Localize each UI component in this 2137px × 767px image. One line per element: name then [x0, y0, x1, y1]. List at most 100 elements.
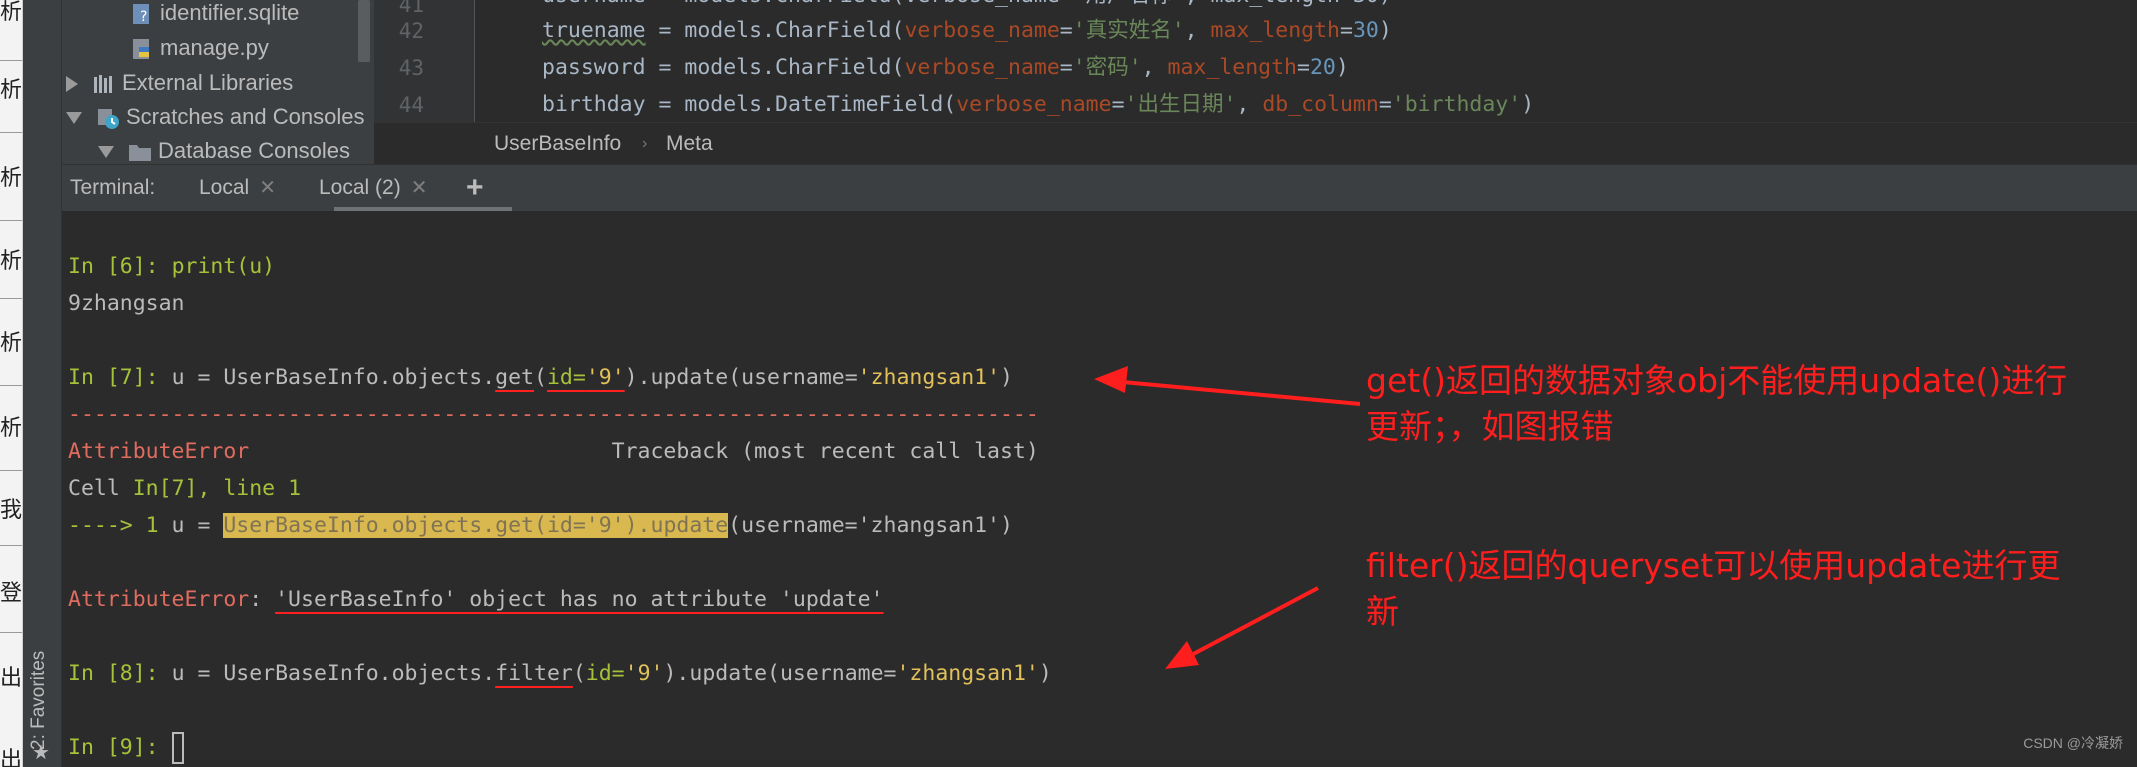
code: )	[1038, 661, 1052, 686]
code: ).update(username=	[624, 365, 858, 390]
terminal-line: In [7]: u = UserBaseInfo.objects.get(id=…	[68, 359, 1013, 396]
code-token: password	[542, 55, 646, 80]
annotation-note-filter: filter()返回的queryset可以使用update进行更 新	[1366, 543, 2060, 635]
tree-item-label: External Libraries	[122, 70, 294, 95]
code: 'zhangsan1'	[857, 365, 1001, 390]
chevron-down-icon[interactable]	[98, 146, 114, 159]
terminal-line: In [8]: u = UserBaseInfo.objects.filter(…	[68, 655, 1052, 692]
background-text-fragment: 析	[0, 249, 22, 273]
annotation-line: 新	[1366, 592, 1399, 631]
favorites-tool-button[interactable]: 2: Favorites	[28, 650, 52, 750]
divider	[0, 470, 22, 471]
code: AttributeError	[68, 439, 250, 464]
code: u = UserBaseInfo.objects.	[171, 661, 496, 686]
terminal-tab-bar: Terminal: Local ✕ Local (2) ✕ +	[62, 164, 2137, 212]
code-token: )	[1335, 55, 1349, 80]
divider	[0, 385, 22, 386]
divider	[0, 298, 22, 299]
error-message: 'UserBaseInfo' object has no attribute '…	[275, 587, 884, 612]
tree-item-label: Scratches and Consoles	[126, 104, 365, 129]
breadcrumb-item-meta[interactable]: Meta	[666, 123, 713, 165]
background-text-fragment: 出	[0, 666, 22, 690]
tree-item-label: manage.py	[160, 35, 269, 60]
terminal-line: ----------------------------------------…	[68, 402, 1039, 427]
breadcrumb-item-userbaseinfo[interactable]: UserBaseInfo	[494, 123, 621, 165]
tree-item-manage-py[interactable]: manage.py	[130, 31, 269, 65]
code-token: ,	[1236, 92, 1263, 117]
terminal-line: AttributeError: 'UserBaseInfo' object ha…	[68, 581, 883, 618]
background-text-fragment: 析	[0, 166, 22, 190]
project-tree-panel: ? identifier.sqlite manage.py External L…	[62, 0, 374, 168]
code-token: verbose_name	[904, 18, 1060, 43]
code-token: = models.CharField(	[645, 18, 905, 43]
tab-label: Local (2)	[319, 176, 401, 199]
terminal-line: 9zhangsan	[68, 291, 185, 316]
prompt: In [7]:	[68, 365, 172, 390]
code: ).update(username=	[663, 661, 897, 686]
code: )	[1000, 365, 1013, 390]
code-token: = models.CharField(	[645, 55, 905, 80]
terminal-line: In [9]:	[68, 729, 184, 766]
code: 'zhangsan1'	[896, 661, 1039, 686]
line-number: 43	[398, 56, 424, 80]
code: In[7], line 1	[132, 476, 302, 501]
terminal-line: ----> 1 u = UserBaseInfo.objects.get(id=…	[68, 507, 1013, 544]
code: Cell	[68, 476, 133, 501]
code: id=	[585, 661, 625, 686]
code: print(u)	[171, 254, 276, 279]
close-icon[interactable]: ✕	[259, 177, 276, 199]
code-token: )	[1521, 92, 1535, 117]
tree-item-label: Database Consoles	[158, 138, 351, 163]
project-tree-scrollbar[interactable]	[358, 0, 370, 62]
terminal-output[interactable]: In [6]: print(u) 9zhangsan In [7]: u = U…	[62, 211, 2137, 767]
tree-item-identifier-sqlite[interactable]: ? identifier.sqlite	[130, 0, 299, 30]
background-text-fragment: 登	[0, 581, 22, 605]
star-icon: ★	[32, 742, 50, 764]
highlighted-code: UserBaseInfo.objects.get(id='9').update	[223, 513, 729, 538]
chevron-down-icon[interactable]	[66, 112, 82, 125]
background-text-fragment: 我	[0, 498, 22, 522]
background-window-strip: 析 析 析 析 析 析 我 登 出 出	[0, 0, 23, 767]
terminal-line: Cell In[7], line 1	[68, 470, 301, 507]
code-token: = models.DateTimeField(	[645, 92, 957, 117]
divider	[0, 132, 22, 133]
code-token: 'birthday'	[1391, 92, 1522, 117]
annotation-line: get()返回的数据对象obj不能使用update()进行	[1366, 361, 2068, 400]
code: id=	[546, 365, 586, 390]
code-token: max_length	[1210, 18, 1340, 43]
code: (username='zhangsan1')	[728, 513, 1013, 538]
code: Traceback (most recent call last)	[611, 439, 1039, 464]
tab-local-2[interactable]: Local (2) ✕	[319, 165, 427, 211]
svg-text:?: ?	[140, 9, 147, 25]
code-token: ,	[1184, 18, 1211, 43]
terminal-line: AttributeError Traceback (most recent ca…	[68, 433, 1039, 470]
code-token: )	[1378, 18, 1392, 43]
tree-item-scratches-and-consoles[interactable]: Scratches and Consoles	[66, 100, 364, 134]
tree-item-external-libraries[interactable]: External Libraries	[66, 66, 293, 100]
code-token: birthday	[542, 92, 646, 117]
code-editor[interactable]: 41 42 43 44 username = models.CharField(…	[374, 0, 2137, 122]
code-line: password = models.CharField(verbose_name…	[542, 55, 1349, 80]
code-line: truename = models.CharField(verbose_name…	[542, 18, 1392, 43]
tree-item-label: identifier.sqlite	[160, 0, 300, 25]
code	[249, 439, 611, 464]
code-token: '真实姓名'	[1072, 18, 1185, 43]
background-text-fragment: 析	[0, 416, 22, 440]
divider	[0, 545, 22, 546]
code-token: db_column	[1262, 92, 1379, 117]
tree-item-database-consoles[interactable]: Database Consoles	[98, 134, 350, 168]
code: '9'	[624, 661, 664, 686]
background-text-fragment: 出	[0, 748, 22, 767]
text-cursor	[171, 732, 184, 764]
tab-local[interactable]: Local ✕	[199, 165, 276, 211]
prompt: In [8]:	[68, 661, 172, 686]
close-icon[interactable]: ✕	[411, 177, 428, 199]
code-token: '密码'	[1072, 55, 1142, 80]
add-tab-button[interactable]: +	[466, 165, 484, 211]
code-token: verbose_name	[956, 92, 1112, 117]
chevron-right-icon[interactable]	[66, 76, 78, 93]
background-text-fragment: 析	[0, 331, 22, 355]
code-token: ,	[1141, 55, 1168, 80]
code-token: truename	[542, 18, 646, 43]
code: (	[534, 365, 547, 390]
